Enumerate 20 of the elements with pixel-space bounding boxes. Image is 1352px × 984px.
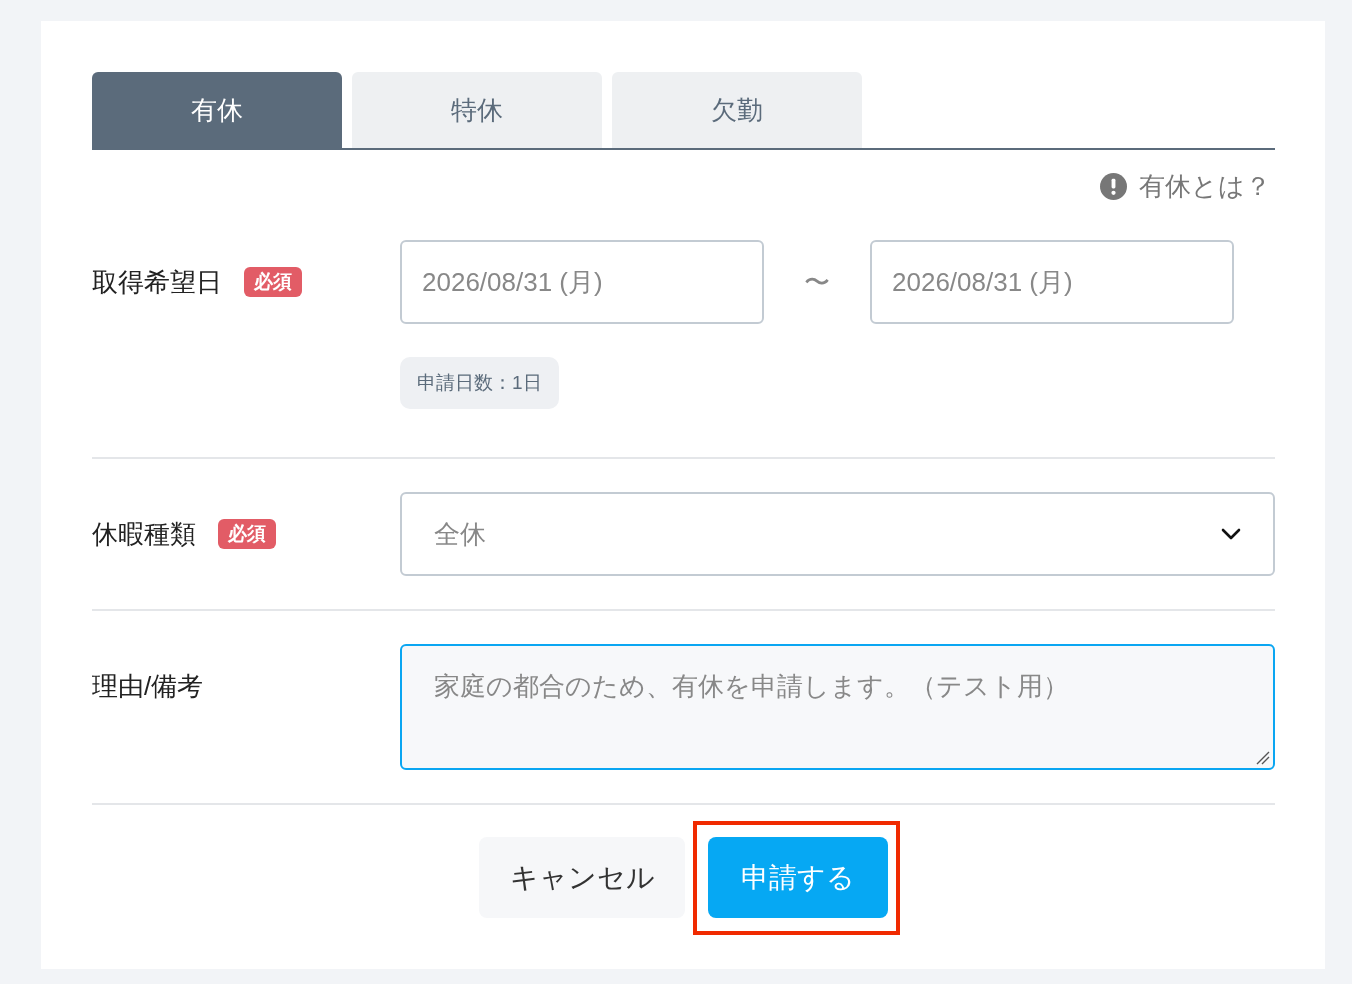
help-link[interactable]: 有休とは？: [1100, 170, 1271, 202]
select-field[interactable]: 全休: [400, 492, 1275, 576]
date-field[interactable]: 2026/08/31 (月): [870, 240, 1234, 324]
required-badge: 必須: [218, 519, 276, 549]
tab[interactable]: 特休: [352, 72, 602, 148]
exclamation-icon: [1100, 172, 1127, 200]
chevron-down-icon: [1221, 528, 1241, 540]
field-label: 休暇種類: [92, 517, 196, 551]
tab[interactable]: 有休: [92, 72, 342, 148]
field-label: 理由/備考: [92, 669, 204, 703]
day-count-tag: 申請日数：1日: [400, 357, 559, 409]
field-label: 取得希望日: [92, 265, 222, 299]
date-field[interactable]: 2026/08/31 (月): [400, 240, 764, 324]
submit-button[interactable]: 申請する: [708, 837, 888, 918]
textarea-field[interactable]: 家庭の都合のため、有休を申請します。（テスト用）: [400, 644, 1275, 770]
tab[interactable]: 欠勤: [612, 72, 862, 148]
range-separator: 〜: [803, 265, 831, 299]
required-badge: 必須: [244, 267, 302, 297]
cancel-button[interactable]: キャンセル: [479, 837, 685, 918]
resize-grip-icon[interactable]: [1256, 751, 1270, 765]
